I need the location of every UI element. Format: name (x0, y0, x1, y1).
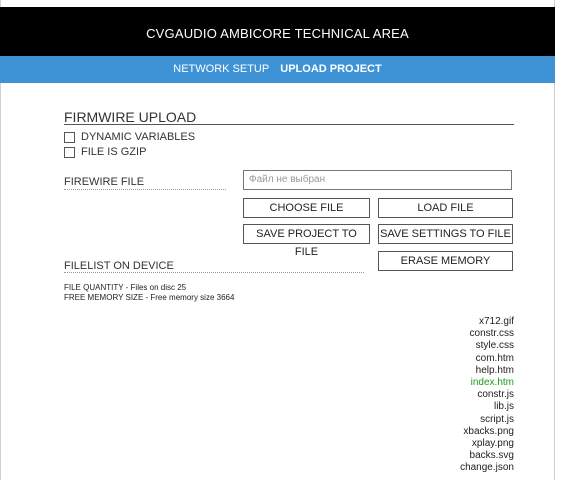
file-item[interactable]: constr.css (460, 328, 514, 340)
file-is-gzip-label: FILE IS GZIP (81, 146, 147, 158)
file-item[interactable]: style.css (460, 340, 514, 352)
file-item[interactable]: change.json (460, 462, 514, 474)
nav-upload-project[interactable]: UPLOAD PROJECT (280, 63, 381, 75)
dynamic-variables-option[interactable]: DYNAMIC VARIABLES (64, 131, 195, 143)
firewire-file-rule (64, 189, 226, 190)
save-settings-button[interactable]: SAVE SETTINGS TO FILE (378, 224, 513, 244)
file-item[interactable]: help.htm (460, 365, 514, 377)
load-file-button[interactable]: LOAD FILE (378, 198, 513, 218)
file-item[interactable]: script.js (460, 414, 514, 426)
file-item[interactable]: backs.svg (460, 450, 514, 462)
device-file-list: x712.gif constr.css style.css com.htm he… (460, 316, 514, 475)
firewire-file-label: FIREWIRE FILE (64, 176, 145, 188)
file-item[interactable]: x712.gif (460, 316, 514, 328)
header-bar: CVGAUDIO AMBICORE TECHNICAL AREA (0, 7, 555, 56)
file-item[interactable]: constr.js (460, 389, 514, 401)
filelist-label: FILELIST ON DEVICE (64, 260, 174, 272)
nav-network-setup[interactable]: NETWORK SETUP (173, 63, 269, 75)
dynamic-variables-checkbox[interactable] (64, 131, 75, 143)
file-is-gzip-checkbox[interactable] (64, 146, 75, 158)
firmware-file-input[interactable]: Файл не выбран (243, 170, 512, 190)
file-item[interactable]: xbacks.png (460, 426, 514, 438)
file-item[interactable]: lib.js (460, 401, 514, 413)
file-item[interactable]: index.htm (460, 377, 514, 389)
file-quantity-text: FILE QUANTITY - Files on disc 25 (64, 283, 187, 292)
dynamic-variables-label: DYNAMIC VARIABLES (81, 131, 196, 143)
erase-memory-button[interactable]: ERASE MEMORY (378, 251, 513, 271)
nav-bar: NETWORK SETUP UPLOAD PROJECT (0, 56, 555, 83)
choose-file-button[interactable]: CHOOSE FILE (243, 198, 370, 218)
file-item[interactable]: xplay.png (460, 438, 514, 450)
section-divider (64, 124, 514, 125)
filelist-rule (64, 272, 364, 273)
file-is-gzip-option[interactable]: FILE IS GZIP (64, 146, 146, 158)
page-title: CVGAUDIO AMBICORE TECHNICAL AREA (146, 26, 409, 41)
save-project-button[interactable]: SAVE PROJECT TO FILE (243, 224, 370, 258)
free-memory-text: FREE MEMORY SIZE - Free memory size 3664 (64, 293, 235, 302)
firmware-section-title: FIRMWIRE UPLOAD (64, 109, 197, 125)
file-item[interactable]: com.htm (460, 353, 514, 365)
